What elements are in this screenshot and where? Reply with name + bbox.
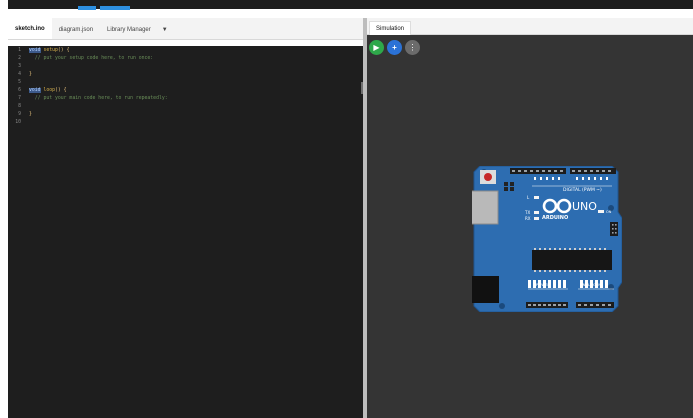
code-line: 3 xyxy=(8,62,29,70)
line-number: 8 xyxy=(18,103,21,109)
line-number: 4 xyxy=(18,71,21,77)
icsp-header xyxy=(510,187,514,191)
board-model-label: UNO xyxy=(572,200,597,213)
top-button-1[interactable] xyxy=(78,6,96,10)
code-line: 6 void loop() { xyxy=(8,86,67,94)
more-options-button[interactable]: ⋮ xyxy=(405,40,420,55)
tabs-dropdown-icon[interactable]: ▼ xyxy=(158,17,172,39)
code-keyword: void xyxy=(29,87,41,93)
start-simulation-button[interactable]: ▶ xyxy=(369,40,384,55)
arduino-uno-board[interactable]: DIGITAL (PWM ~) L TX RX UNO ARDUINO ON P… xyxy=(472,166,622,312)
line-number: 3 xyxy=(18,63,21,69)
mount-hole xyxy=(499,303,505,309)
code-brace: } xyxy=(29,111,32,117)
tab-library-manager[interactable]: Library Manager xyxy=(100,17,158,39)
reset-button[interactable] xyxy=(484,173,492,181)
line-number: 5 xyxy=(18,79,21,85)
code-line: 1 void setup() { xyxy=(8,46,69,54)
code-editor[interactable]: 1 void setup() { 2 // put your setup code… xyxy=(8,46,363,418)
power-label: POWER xyxy=(536,282,550,287)
code-line: 10 xyxy=(8,118,29,126)
tab-diagram-json[interactable]: diagram.json xyxy=(52,17,100,39)
line-number: 1 xyxy=(18,47,21,53)
usb-port xyxy=(472,190,499,225)
rx-led xyxy=(534,217,539,220)
icsp-header xyxy=(504,182,508,186)
dc-power-jack xyxy=(472,276,499,303)
arduino-brand-label: ARDUINO xyxy=(542,215,568,221)
line-number: 2 xyxy=(18,55,21,61)
play-icon: ▶ xyxy=(373,43,380,52)
icsp-header-right xyxy=(610,222,618,236)
top-button-2[interactable] xyxy=(100,6,130,10)
code-line: 9} xyxy=(8,110,32,118)
on-led xyxy=(598,210,604,213)
top-bar xyxy=(0,0,693,18)
l-led xyxy=(534,196,539,199)
code-function: setup xyxy=(43,47,58,53)
line-number: 7 xyxy=(18,95,21,101)
analog-label: ANALOG IN xyxy=(580,282,601,287)
code-line: 8 xyxy=(8,102,29,110)
code-brace: () { xyxy=(55,87,67,93)
code-comment: // put your main code here, to run repea… xyxy=(29,95,168,101)
line-number: 9 xyxy=(18,111,21,117)
editor-tab-bar: sketch.ino diagram.json Library Manager … xyxy=(8,17,365,40)
code-brace: } xyxy=(29,71,32,77)
rx-label: RX xyxy=(525,216,531,221)
code-line: 4} xyxy=(8,70,32,78)
tx-label: TX xyxy=(524,210,530,215)
code-comment: // put your setup code here, to run once… xyxy=(29,55,154,61)
power-header xyxy=(526,302,568,308)
code-keyword: void xyxy=(29,47,41,53)
on-label: ON xyxy=(606,210,612,214)
icsp-header xyxy=(504,187,508,191)
plus-icon: + xyxy=(392,43,397,52)
atmega-chip xyxy=(532,250,612,270)
line-number: 6 xyxy=(18,87,21,93)
tx-led xyxy=(534,211,539,214)
code-line: 7 // put your main code here, to run rep… xyxy=(8,94,168,102)
code-line: 5 xyxy=(8,78,29,86)
code-brace: () { xyxy=(57,47,70,53)
tab-sketch-ino[interactable]: sketch.ino xyxy=(8,17,52,39)
add-part-button[interactable]: + xyxy=(387,40,402,55)
code-function: loop xyxy=(43,87,56,93)
code-line: 2 // put your setup code here, to run on… xyxy=(8,54,153,62)
line-number: 10 xyxy=(15,119,21,125)
simulation-tab-bar: Simulation xyxy=(367,18,693,35)
tab-simulation[interactable]: Simulation xyxy=(369,21,412,35)
more-vertical-icon: ⋮ xyxy=(408,43,417,52)
icsp-header xyxy=(510,182,514,186)
digital-label: DIGITAL (PWM ~) xyxy=(563,187,602,193)
